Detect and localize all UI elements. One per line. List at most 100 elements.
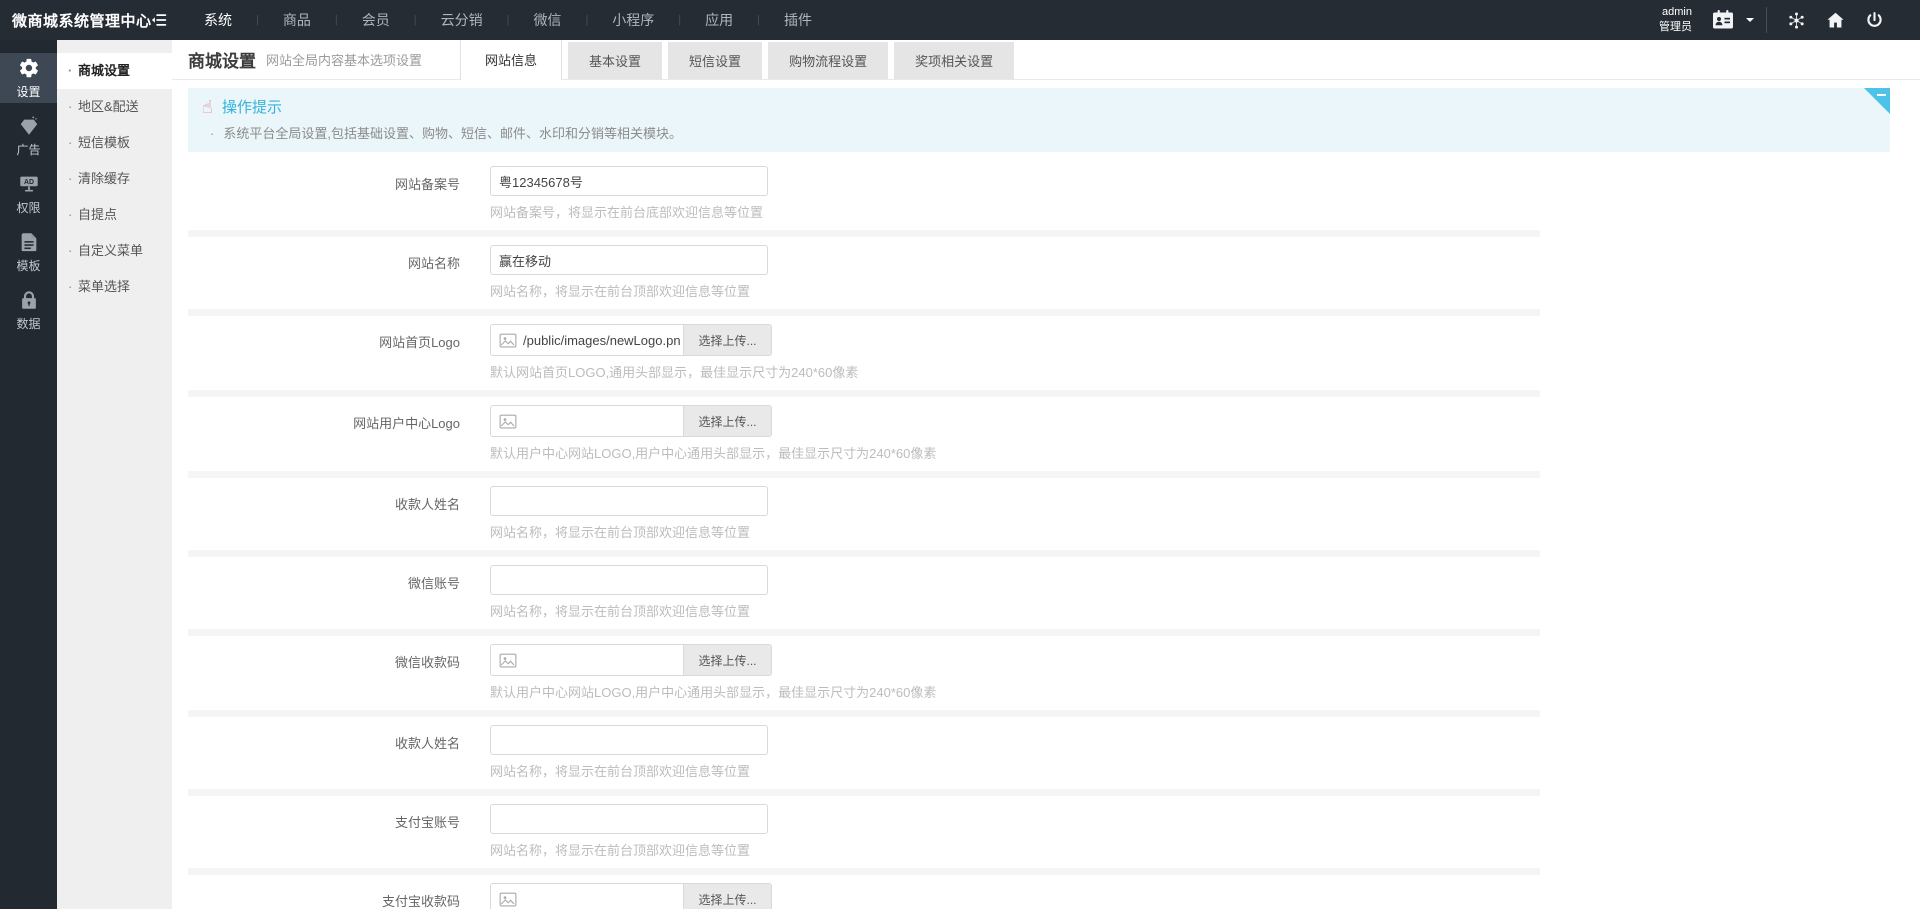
- text-field-0[interactable]: [490, 166, 768, 196]
- upload-field-3: 选择上传...: [490, 405, 772, 437]
- sidebar-item-0[interactable]: 设置: [0, 53, 57, 103]
- field-control: 网站名称，将显示在前台顶部欢迎信息等位置: [490, 725, 768, 780]
- notice-description: · 系统平台全局设置,包括基础设置、购物、短信、邮件、水印和分销等相关模块。: [202, 123, 1876, 142]
- field-helper: 网站名称，将显示在前台顶部欢迎信息等位置: [490, 604, 751, 619]
- tab-1[interactable]: 基本设置: [568, 42, 663, 79]
- submenu-sidebar: 商城设置地区&配送短信模板清除缓存自提点自定义菜单菜单选择: [57, 40, 172, 909]
- nav-item-4[interactable]: 微信: [509, 0, 585, 40]
- form-row: 收款人姓名网站名称，将显示在前台顶部欢迎信息等位置: [188, 478, 1540, 557]
- field-control: 网站备案号，将显示在前台底部欢迎信息等位置: [490, 166, 768, 221]
- nav-item-6[interactable]: 应用: [681, 0, 757, 40]
- nav-item-2[interactable]: 会员: [338, 0, 414, 40]
- sidebar-item-label: 权限: [16, 200, 41, 215]
- form-row: 支付宝账号 网站名称，将显示在前台顶部欢迎信息等位置: [188, 796, 1540, 875]
- field-label: 收款人姓名: [394, 736, 460, 751]
- text-field-7[interactable]: [490, 725, 768, 755]
- main-panel: 商城设置 网站全局内容基本选项设置 网站信息 基本设置 短信设置 购物流程设置 奖项相关…: [172, 40, 1920, 909]
- form-row: 支付宝收款码 选择上传...默认用户中心网站LOGO,用户中心通用头部显示，最佳显…: [188, 875, 1540, 909]
- sidebar-item-1[interactable]: 广告: [0, 111, 57, 161]
- submenu-item-6[interactable]: 菜单选择: [57, 269, 172, 305]
- field-label: 微信账号: [407, 576, 460, 591]
- tab-0[interactable]: 网站信息: [460, 40, 563, 80]
- text-field-8[interactable]: [490, 804, 768, 834]
- field-helper: 网站备案号，将显示在前台底部欢迎信息等位置: [490, 205, 764, 220]
- nav-item-7[interactable]: 插件: [760, 0, 836, 40]
- nav-item-1[interactable]: 商品: [259, 0, 335, 40]
- submenu-item-4[interactable]: 自提点: [57, 197, 172, 233]
- share-nodes-icon[interactable]: [1786, 10, 1807, 31]
- upload-filename: /public/images/newLogo.pn: [523, 332, 681, 348]
- field-control: 选择上传... 默认用户中心网站LOGO,用户中心通用头部显示，最佳显示尺寸为24…: [490, 644, 936, 701]
- field-control: 网站名称，将显示在前台顶部欢迎信息等位置: [490, 565, 768, 620]
- notice-header: ☝ 操作提示: [202, 96, 1876, 117]
- submenu-item-3[interactable]: 清除缓存: [57, 161, 172, 197]
- field-label: 微信收款码: [394, 655, 460, 670]
- top-nav: 系统 | 商品 | 会员 | 云分销 | 微信 | 小程序 | 应用 | 插件: [180, 0, 836, 40]
- minus-icon: [1877, 94, 1886, 96]
- nav-item-0[interactable]: 系统: [180, 0, 256, 40]
- svg-text:AD: AD: [24, 178, 34, 185]
- field-label: 收款人姓名: [394, 497, 460, 512]
- nav-item-3[interactable]: 云分销: [417, 0, 507, 40]
- form-row: 网站名称网站名称，将显示在前台顶部欢迎信息等位置: [188, 237, 1540, 316]
- submenu-item-5[interactable]: 自定义菜单: [57, 233, 172, 269]
- tab-2[interactable]: 短信设置: [668, 42, 763, 79]
- app-logo: 微商城系统管理中心: [12, 12, 152, 30]
- text-field-5[interactable]: [490, 565, 768, 595]
- power-icon[interactable]: [1864, 10, 1885, 31]
- home-icon[interactable]: [1825, 10, 1846, 31]
- main-layout: 设置广告 AD 权限模板数据 商城设置地区&配送短信模板清除缓存自提点自定义菜单菜单…: [0, 40, 1920, 909]
- field-label: 网站备案号: [394, 177, 460, 192]
- sidebar-item-label: 设置: [16, 84, 41, 99]
- field-control: 选择上传...默认用户中心网站LOGO,用户中心通用头部显示，最佳显示尺寸为24…: [490, 883, 936, 909]
- submenu-item-2[interactable]: 短信模板: [57, 125, 172, 161]
- field-helper: 默认用户中心网站LOGO,用户中心通用头部显示，最佳显示尺寸为240*60像素: [490, 446, 937, 461]
- upload-button[interactable]: 选择上传...: [683, 325, 771, 355]
- submenu-item-0[interactable]: 商城设置: [57, 53, 172, 89]
- field-control: /public/images/newLogo.pn 选择上传... 默认网站首页LO…: [490, 324, 858, 381]
- page-subtitle: 网站全局内容基本选项设置: [266, 53, 423, 68]
- upload-button[interactable]: 选择上传...: [683, 406, 771, 436]
- nav-item-5[interactable]: 小程序: [588, 0, 678, 40]
- sidebar-item-3[interactable]: 模板: [0, 227, 57, 277]
- sidebar-item-2[interactable]: AD 权限: [0, 169, 57, 219]
- user-name: admin: [1662, 6, 1692, 19]
- gear-icon: [18, 57, 40, 79]
- upload-field-2: /public/images/newLogo.pn 选择上传...: [490, 324, 772, 356]
- user-info: admin 管理员: [1659, 5, 1692, 35]
- text-field-1[interactable]: [490, 245, 768, 275]
- notice-description-text: 系统平台全局设置,包括基础设置、购物、短信、邮件、水印和分销等相关模块。: [223, 126, 682, 141]
- user-role: 管理员: [1659, 21, 1692, 33]
- field-label: 网站名称: [407, 256, 460, 271]
- image-icon: [499, 333, 517, 348]
- id-card-icon[interactable]: [1711, 8, 1735, 32]
- page-header: 商城设置 网站全局内容基本选项设置 网站信息 基本设置 短信设置 购物流程设置 奖项相关…: [172, 40, 1920, 80]
- bullet-icon: ·: [210, 126, 215, 141]
- form-row: 微信收款码 选择上传... 默认用户中心网站LOGO,用户中心通用头部显示，最佳显示…: [188, 636, 1540, 717]
- image-icon: [499, 653, 517, 668]
- field-label: 支付宝收款码: [381, 894, 460, 909]
- notice-collapse-corner[interactable]: [1864, 88, 1890, 114]
- document-icon: [18, 231, 40, 253]
- field-helper: 网站名称，将显示在前台顶部欢迎信息等位置: [490, 284, 751, 299]
- upload-button[interactable]: 选择上传...: [683, 645, 771, 675]
- upload-button[interactable]: 选择上传...: [683, 884, 771, 909]
- field-helper: 默认用户中心网站LOGO,用户中心通用头部显示，最佳显示尺寸为240*60像素: [490, 685, 937, 700]
- field-control: 选择上传... 默认用户中心网站LOGO,用户中心通用头部显示，最佳显示尺寸为24…: [490, 405, 936, 462]
- sidebar-item-label: 广告: [16, 142, 41, 157]
- submenu-item-1[interactable]: 地区&配送: [57, 89, 172, 125]
- settings-form: 网站备案号网站备案号，将显示在前台底部欢迎信息等位置网站名称网站名称，将显示在前…: [188, 158, 1540, 909]
- image-icon: [499, 414, 517, 429]
- field-helper: 网站名称，将显示在前台顶部欢迎信息等位置: [490, 525, 751, 540]
- lock-icon: [18, 289, 40, 311]
- menu-fold-icon[interactable]: [150, 11, 168, 29]
- chevron-down-icon[interactable]: [1746, 18, 1754, 26]
- sidebar-item-4[interactable]: 数据: [0, 285, 57, 335]
- text-field-4[interactable]: [490, 486, 768, 516]
- tab-3[interactable]: 购物流程设置: [768, 42, 889, 79]
- field-helper: 网站名称，将显示在前台顶部欢迎信息等位置: [490, 843, 751, 858]
- icon-sidebar: 设置广告 AD 权限模板数据: [0, 40, 57, 909]
- form-row: 收款人姓名 网站名称，将显示在前台顶部欢迎信息等位置: [188, 717, 1540, 796]
- hand-pointer-icon: ☝: [202, 96, 213, 117]
- tab-4[interactable]: 奖项相关设置: [894, 42, 1015, 79]
